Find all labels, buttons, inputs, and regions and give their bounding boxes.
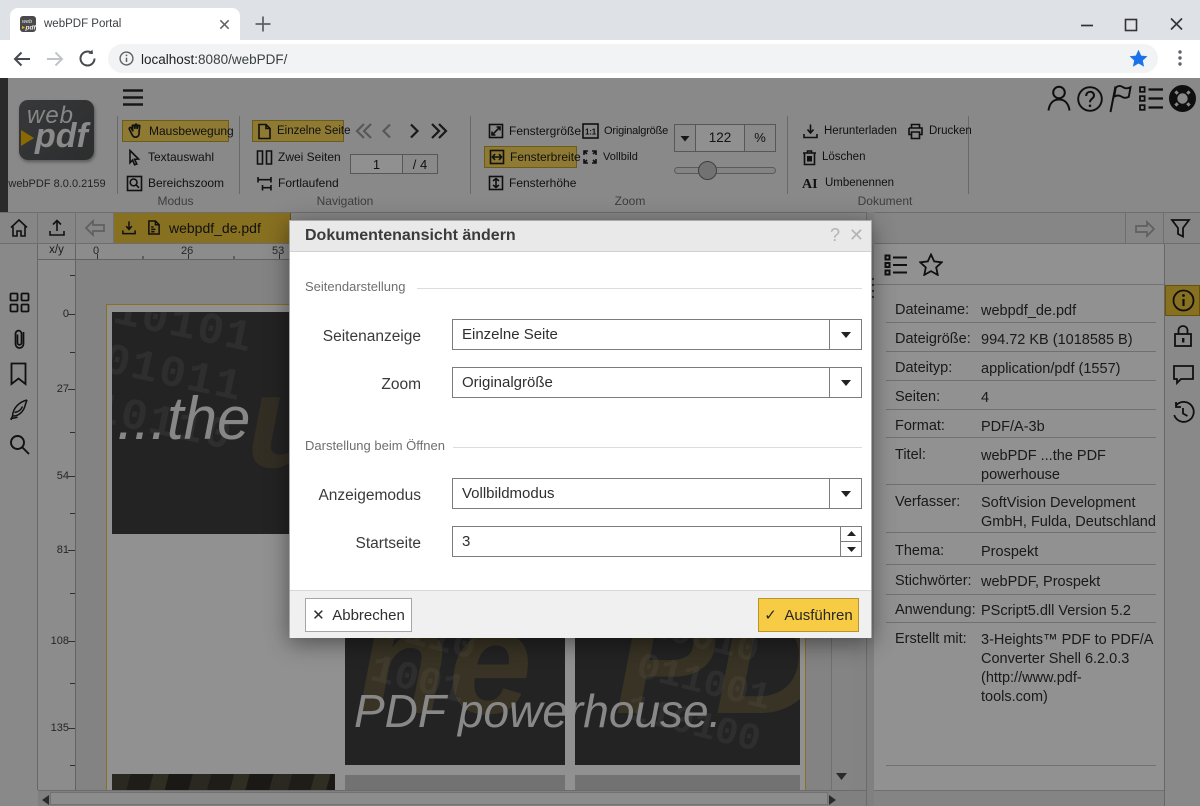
svg-text:pdf: pdf bbox=[25, 25, 37, 32]
